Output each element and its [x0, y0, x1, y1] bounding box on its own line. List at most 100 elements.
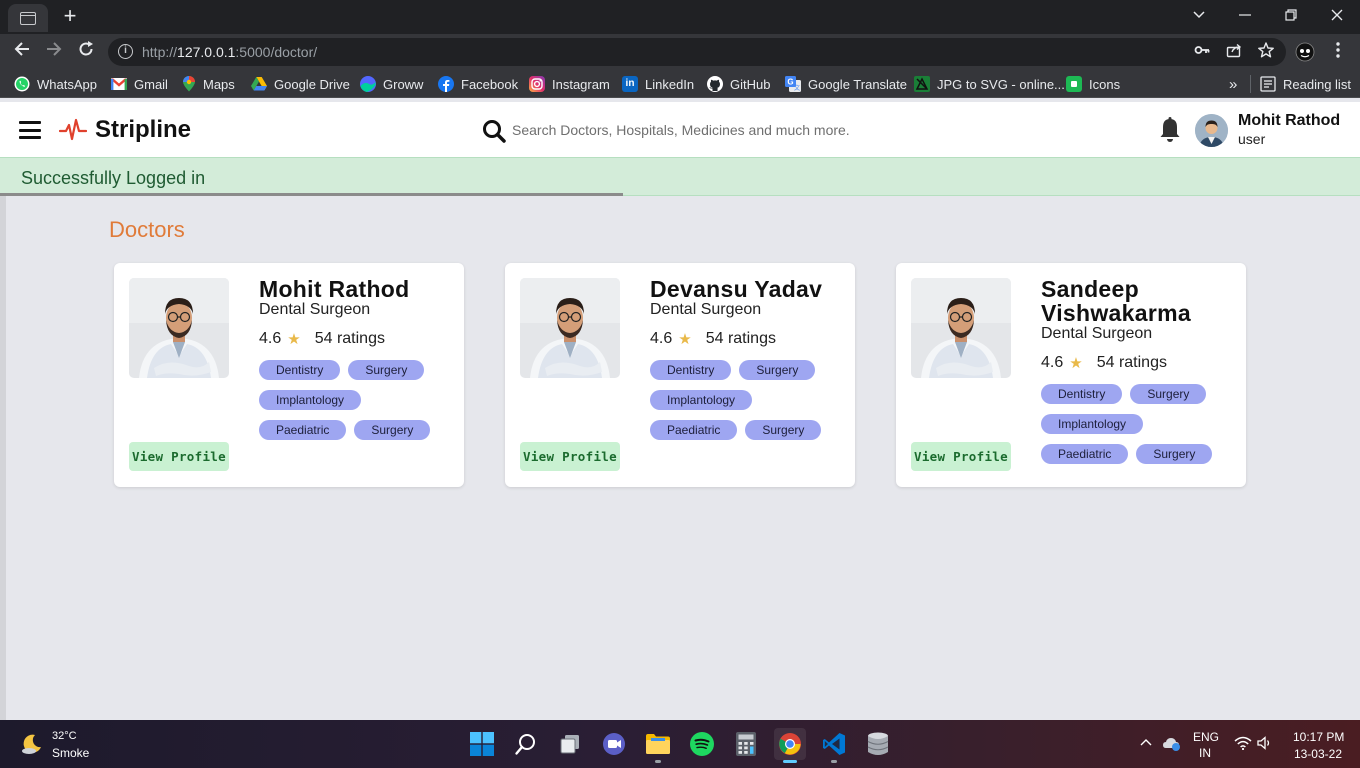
bookmark-star-icon[interactable]	[1256, 42, 1276, 62]
taskbar-search-button[interactable]	[510, 728, 542, 760]
reading-list-button[interactable]: Reading list	[1260, 75, 1351, 93]
minimize-icon	[1239, 14, 1251, 16]
chat-camera-icon	[603, 733, 625, 755]
bookmarks-overflow-button[interactable]: »	[1229, 75, 1237, 93]
doctor-specialty: Dental Surgeon	[650, 301, 762, 318]
doctor-photo	[911, 278, 1011, 378]
specialty-tag: Dentistry	[259, 360, 341, 380]
moon-weather-icon[interactable]	[20, 732, 44, 756]
page-title: Doctors	[109, 217, 185, 242]
task-view-button[interactable]	[554, 728, 586, 760]
new-tab-button[interactable]: +	[58, 5, 82, 29]
hamburger-menu-icon[interactable]	[19, 121, 41, 139]
view-profile-button[interactable]: View Profile	[129, 442, 229, 471]
reload-button[interactable]	[74, 40, 98, 64]
windows-taskbar: 32°C Smoke ENG IN 10:17 PM 13-03-22	[0, 720, 1360, 768]
extension-icon[interactable]	[1295, 42, 1315, 62]
rating-row: 4.6 ★ 54 ratings	[1041, 354, 1236, 372]
teams-chat-button[interactable]	[598, 728, 630, 760]
doctor-info: Mohit Rathod Dental Surgeon 4.6 ★ 54 rat…	[259, 277, 454, 440]
wifi-icon[interactable]	[1234, 736, 1252, 750]
address-bar[interactable]: i http://127.0.0.1:5000/doctor/	[108, 38, 1286, 66]
clock-date: 13-03-22	[1293, 747, 1342, 761]
url-text[interactable]: http://127.0.0.1:5000/doctor/	[142, 44, 317, 60]
bookmark-facebook[interactable]: Facebook	[438, 75, 518, 93]
specialty-tag: Implantology	[1041, 414, 1144, 434]
active-indicator	[783, 760, 797, 763]
bookmark-groww[interactable]: Groww	[360, 75, 423, 93]
region-code: IN	[1199, 746, 1211, 760]
facebook-icon	[438, 76, 454, 92]
bookmark-maps[interactable]: Maps	[182, 75, 235, 93]
bookmark-google-translate[interactable]: G文 Google Translate	[785, 75, 907, 93]
maps-pin-icon	[183, 76, 195, 92]
avatar[interactable]	[1195, 114, 1228, 147]
running-indicator	[831, 760, 837, 763]
chrome-icon	[779, 733, 801, 755]
database-icon	[867, 732, 889, 755]
doctor-info: Sandeep Vishwakarma Dental Surgeon 4.6 ★…	[1041, 277, 1236, 464]
doctor-card: View Profile Sandeep Vishwakarma Dental …	[896, 263, 1246, 487]
specialty-tag: Paediatric	[1041, 444, 1129, 464]
specialty-tag: Dentistry	[650, 360, 732, 380]
tray-overflow-icon[interactable]	[1140, 738, 1152, 746]
view-profile-button[interactable]: View Profile	[520, 442, 620, 471]
doctor-name[interactable]: Mohit Rathod	[259, 277, 454, 301]
view-profile-button[interactable]: View Profile	[911, 442, 1011, 471]
alert-message: Successfully Logged in	[21, 168, 206, 188]
volume-icon[interactable]	[1257, 736, 1273, 750]
back-button[interactable]	[10, 40, 34, 64]
bell-icon[interactable]	[1158, 116, 1182, 144]
weather-temperature[interactable]: 32°C	[52, 730, 77, 742]
clock[interactable]: 10:17 PM 13-03-22	[1293, 730, 1344, 761]
jpg-to-svg-icon	[914, 76, 930, 92]
bookmark-instagram[interactable]: Instagram	[529, 75, 610, 93]
brand-name[interactable]: Stripline	[95, 116, 191, 144]
chrome-button[interactable]	[774, 728, 806, 763]
browser-menu-icon[interactable]	[1328, 42, 1348, 62]
bookmark-label: GitHub	[730, 76, 771, 92]
bookmark-label: Icons	[1089, 76, 1121, 92]
bookmark-whatsapp[interactable]: WhatsApp	[14, 75, 97, 93]
close-window-button[interactable]	[1314, 0, 1360, 30]
language-indicator[interactable]: ENG IN	[1193, 730, 1219, 760]
share-icon[interactable]	[1224, 42, 1244, 62]
user-name[interactable]: Mohit Rathod	[1238, 112, 1340, 130]
weather-description[interactable]: Smoke	[52, 746, 89, 760]
forward-button[interactable]	[42, 40, 66, 64]
pulse-logo-icon	[59, 118, 87, 141]
doctor-card: View Profile Devansu Yadav Dental Surgeo…	[505, 263, 855, 487]
browser-tab[interactable]	[8, 4, 48, 32]
key-icon[interactable]	[1192, 42, 1212, 62]
ratings-count: 54 ratings	[1096, 354, 1167, 371]
search-input[interactable]	[512, 119, 932, 141]
bookmark-gmail[interactable]: Gmail	[111, 75, 168, 93]
vscode-button[interactable]	[818, 728, 850, 763]
bookmark-github[interactable]: GitHub	[707, 75, 770, 93]
bookmark-google-drive[interactable]: Google Drive	[251, 75, 350, 93]
bookmark-icons[interactable]: Icons	[1066, 75, 1120, 93]
running-indicator	[655, 760, 661, 763]
specialty-tag: Surgery	[354, 420, 431, 440]
linkedin-icon: in	[622, 76, 638, 92]
groww-icon	[360, 76, 376, 92]
bookmark-linkedin[interactable]: in LinkedIn	[622, 75, 694, 93]
doctor-name[interactable]: Sandeep Vishwakarma	[1041, 277, 1236, 325]
language-code: ENG	[1193, 730, 1220, 744]
spotify-button[interactable]	[686, 728, 718, 760]
tab-search-button[interactable]	[1176, 0, 1222, 30]
site-info-icon[interactable]: i	[118, 44, 133, 59]
doctor-name[interactable]: Devansu Yadav	[650, 277, 845, 301]
svg-text:G: G	[787, 78, 793, 87]
minimize-button[interactable]	[1222, 0, 1268, 30]
bookmark-jpg-to-svg[interactable]: JPG to SVG - online...	[914, 75, 1065, 93]
ratings-count: 54 ratings	[314, 330, 385, 347]
calculator-button[interactable]	[730, 728, 762, 760]
instagram-icon	[529, 76, 545, 92]
start-button[interactable]	[466, 728, 498, 760]
onedrive-cloud-icon[interactable]	[1162, 734, 1182, 752]
database-app-button[interactable]	[862, 728, 894, 760]
file-explorer-button[interactable]	[642, 728, 674, 763]
search-icon[interactable]	[481, 118, 507, 144]
restore-button[interactable]	[1268, 0, 1314, 30]
